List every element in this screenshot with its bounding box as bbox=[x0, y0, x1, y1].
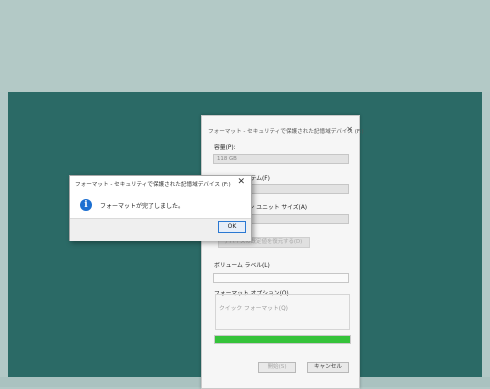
format-dialog-title: フォーマット - セキュリティで保護された記憶域デバイス (F:) bbox=[208, 129, 364, 135]
format-progress-bar bbox=[214, 335, 351, 344]
format-dialog: フォーマット - セキュリティで保護された記憶域デバイス (F:) ✕ 容量(P… bbox=[201, 115, 364, 389]
start-button[interactable]: 開始(S) bbox=[258, 362, 296, 373]
format-complete-message-box: フォーマット - セキュリティで保護された記憶域デバイス (F:) ✕ i フォ… bbox=[69, 175, 252, 241]
message-box-close-icon[interactable]: ✕ bbox=[237, 177, 245, 187]
message-box-title: フォーマット - セキュリティで保護された記憶域デバイス (F:) bbox=[75, 182, 231, 188]
message-text: フォーマットが完了しました。 bbox=[100, 203, 185, 210]
capacity-label: 容量(P): bbox=[214, 145, 236, 151]
capacity-select[interactable]: 118 GB bbox=[213, 154, 349, 164]
format-dialog-close-icon[interactable]: ✕ bbox=[346, 125, 353, 134]
format-progress-fill bbox=[215, 336, 350, 343]
cancel-button[interactable]: キャンセル bbox=[307, 362, 349, 373]
info-icon: i bbox=[80, 199, 92, 211]
photo-background-top bbox=[0, 0, 490, 92]
volume-label-label: ボリューム ラベル(L) bbox=[214, 263, 270, 269]
ok-button[interactable]: OK bbox=[218, 221, 246, 233]
format-options-group bbox=[215, 294, 350, 330]
volume-label-input[interactable] bbox=[213, 273, 349, 283]
quick-format-checkbox[interactable]: クイック フォーマット(Q) bbox=[219, 303, 288, 312]
